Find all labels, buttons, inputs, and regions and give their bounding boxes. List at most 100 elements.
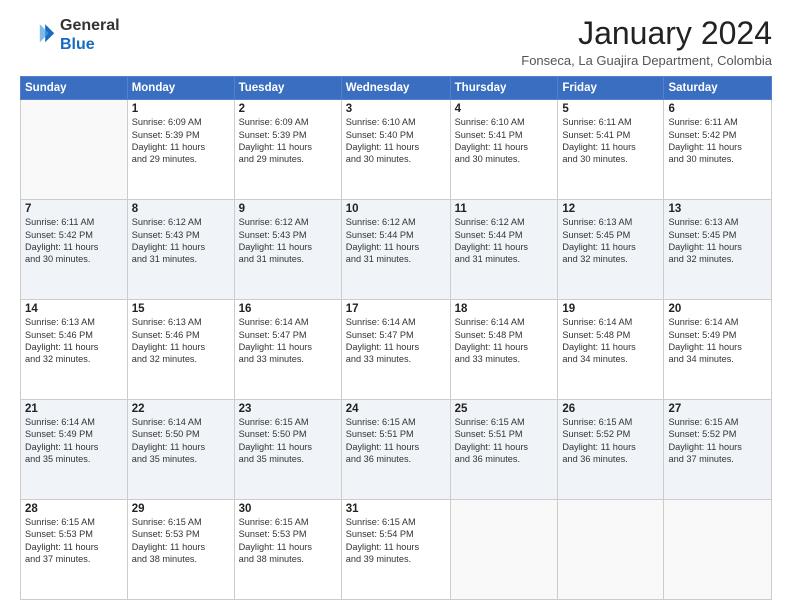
day-info: Sunrise: 6:11 AM Sunset: 5:42 PM Dayligh… [25, 216, 123, 266]
header-monday: Monday [127, 77, 234, 100]
logo: General Blue [20, 16, 120, 54]
day-info: Sunrise: 6:15 AM Sunset: 5:51 PM Dayligh… [346, 416, 446, 466]
day-number: 5 [562, 103, 659, 115]
day-number: 18 [455, 303, 554, 315]
day-number: 3 [346, 103, 446, 115]
header-saturday: Saturday [664, 77, 772, 100]
day-info: Sunrise: 6:13 AM Sunset: 5:46 PM Dayligh… [132, 316, 230, 366]
calendar-cell: 4Sunrise: 6:10 AM Sunset: 5:41 PM Daylig… [450, 100, 558, 200]
day-info: Sunrise: 6:15 AM Sunset: 5:54 PM Dayligh… [346, 516, 446, 566]
day-info: Sunrise: 6:10 AM Sunset: 5:41 PM Dayligh… [455, 116, 554, 166]
day-number: 21 [25, 403, 123, 415]
calendar-cell: 10Sunrise: 6:12 AM Sunset: 5:44 PM Dayli… [341, 200, 450, 300]
day-info: Sunrise: 6:09 AM Sunset: 5:39 PM Dayligh… [132, 116, 230, 166]
calendar-cell: 12Sunrise: 6:13 AM Sunset: 5:45 PM Dayli… [558, 200, 664, 300]
day-number: 16 [239, 303, 337, 315]
day-number: 23 [239, 403, 337, 415]
calendar-cell: 20Sunrise: 6:14 AM Sunset: 5:49 PM Dayli… [664, 300, 772, 400]
calendar-cell [558, 500, 664, 600]
day-info: Sunrise: 6:13 AM Sunset: 5:46 PM Dayligh… [25, 316, 123, 366]
calendar-week-row: 7Sunrise: 6:11 AM Sunset: 5:42 PM Daylig… [21, 200, 772, 300]
calendar-cell: 1Sunrise: 6:09 AM Sunset: 5:39 PM Daylig… [127, 100, 234, 200]
calendar-cell: 15Sunrise: 6:13 AM Sunset: 5:46 PM Dayli… [127, 300, 234, 400]
calendar-cell: 6Sunrise: 6:11 AM Sunset: 5:42 PM Daylig… [664, 100, 772, 200]
day-info: Sunrise: 6:15 AM Sunset: 5:52 PM Dayligh… [562, 416, 659, 466]
day-info: Sunrise: 6:15 AM Sunset: 5:53 PM Dayligh… [132, 516, 230, 566]
calendar-cell: 5Sunrise: 6:11 AM Sunset: 5:41 PM Daylig… [558, 100, 664, 200]
title-block: January 2024 Fonseca, La Guajira Departm… [521, 16, 772, 68]
day-number: 2 [239, 103, 337, 115]
calendar-cell: 23Sunrise: 6:15 AM Sunset: 5:50 PM Dayli… [234, 400, 341, 500]
day-info: Sunrise: 6:15 AM Sunset: 5:52 PM Dayligh… [668, 416, 767, 466]
calendar-week-row: 1Sunrise: 6:09 AM Sunset: 5:39 PM Daylig… [21, 100, 772, 200]
page: General Blue January 2024 Fonseca, La Gu… [0, 0, 792, 612]
day-info: Sunrise: 6:14 AM Sunset: 5:49 PM Dayligh… [668, 316, 767, 366]
header-thursday: Thursday [450, 77, 558, 100]
day-number: 29 [132, 503, 230, 515]
calendar-table: Sunday Monday Tuesday Wednesday Thursday… [20, 76, 772, 600]
day-info: Sunrise: 6:13 AM Sunset: 5:45 PM Dayligh… [562, 216, 659, 266]
calendar-cell [664, 500, 772, 600]
calendar-cell: 9Sunrise: 6:12 AM Sunset: 5:43 PM Daylig… [234, 200, 341, 300]
calendar-cell: 19Sunrise: 6:14 AM Sunset: 5:48 PM Dayli… [558, 300, 664, 400]
location-subtitle: Fonseca, La Guajira Department, Colombia [521, 53, 772, 68]
day-number: 31 [346, 503, 446, 515]
header-friday: Friday [558, 77, 664, 100]
day-number: 12 [562, 203, 659, 215]
day-number: 8 [132, 203, 230, 215]
calendar-week-row: 28Sunrise: 6:15 AM Sunset: 5:53 PM Dayli… [21, 500, 772, 600]
calendar-cell: 11Sunrise: 6:12 AM Sunset: 5:44 PM Dayli… [450, 200, 558, 300]
day-number: 26 [562, 403, 659, 415]
calendar-cell: 24Sunrise: 6:15 AM Sunset: 5:51 PM Dayli… [341, 400, 450, 500]
calendar-cell: 14Sunrise: 6:13 AM Sunset: 5:46 PM Dayli… [21, 300, 128, 400]
day-info: Sunrise: 6:14 AM Sunset: 5:50 PM Dayligh… [132, 416, 230, 466]
day-info: Sunrise: 6:14 AM Sunset: 5:47 PM Dayligh… [346, 316, 446, 366]
day-info: Sunrise: 6:15 AM Sunset: 5:53 PM Dayligh… [239, 516, 337, 566]
month-title: January 2024 [521, 16, 772, 51]
day-info: Sunrise: 6:15 AM Sunset: 5:50 PM Dayligh… [239, 416, 337, 466]
day-info: Sunrise: 6:12 AM Sunset: 5:43 PM Dayligh… [239, 216, 337, 266]
calendar-cell: 25Sunrise: 6:15 AM Sunset: 5:51 PM Dayli… [450, 400, 558, 500]
day-number: 27 [668, 403, 767, 415]
calendar-cell [450, 500, 558, 600]
day-number: 6 [668, 103, 767, 115]
day-info: Sunrise: 6:11 AM Sunset: 5:41 PM Dayligh… [562, 116, 659, 166]
logo-text: General Blue [60, 16, 120, 54]
day-info: Sunrise: 6:12 AM Sunset: 5:44 PM Dayligh… [346, 216, 446, 266]
calendar-cell: 28Sunrise: 6:15 AM Sunset: 5:53 PM Dayli… [21, 500, 128, 600]
calendar-week-row: 21Sunrise: 6:14 AM Sunset: 5:49 PM Dayli… [21, 400, 772, 500]
calendar-cell: 16Sunrise: 6:14 AM Sunset: 5:47 PM Dayli… [234, 300, 341, 400]
logo-icon [20, 17, 56, 53]
day-number: 30 [239, 503, 337, 515]
calendar-cell: 21Sunrise: 6:14 AM Sunset: 5:49 PM Dayli… [21, 400, 128, 500]
day-number: 25 [455, 403, 554, 415]
day-info: Sunrise: 6:12 AM Sunset: 5:44 PM Dayligh… [455, 216, 554, 266]
header-sunday: Sunday [21, 77, 128, 100]
day-number: 11 [455, 203, 554, 215]
calendar-cell: 31Sunrise: 6:15 AM Sunset: 5:54 PM Dayli… [341, 500, 450, 600]
calendar-cell: 18Sunrise: 6:14 AM Sunset: 5:48 PM Dayli… [450, 300, 558, 400]
day-info: Sunrise: 6:10 AM Sunset: 5:40 PM Dayligh… [346, 116, 446, 166]
header: General Blue January 2024 Fonseca, La Gu… [20, 16, 772, 68]
day-info: Sunrise: 6:09 AM Sunset: 5:39 PM Dayligh… [239, 116, 337, 166]
calendar-cell: 27Sunrise: 6:15 AM Sunset: 5:52 PM Dayli… [664, 400, 772, 500]
calendar-cell: 26Sunrise: 6:15 AM Sunset: 5:52 PM Dayli… [558, 400, 664, 500]
day-number: 4 [455, 103, 554, 115]
calendar-cell: 8Sunrise: 6:12 AM Sunset: 5:43 PM Daylig… [127, 200, 234, 300]
calendar-cell: 17Sunrise: 6:14 AM Sunset: 5:47 PM Dayli… [341, 300, 450, 400]
day-info: Sunrise: 6:14 AM Sunset: 5:48 PM Dayligh… [562, 316, 659, 366]
header-wednesday: Wednesday [341, 77, 450, 100]
calendar-cell: 7Sunrise: 6:11 AM Sunset: 5:42 PM Daylig… [21, 200, 128, 300]
day-number: 20 [668, 303, 767, 315]
day-number: 13 [668, 203, 767, 215]
day-number: 22 [132, 403, 230, 415]
header-tuesday: Tuesday [234, 77, 341, 100]
day-info: Sunrise: 6:15 AM Sunset: 5:51 PM Dayligh… [455, 416, 554, 466]
calendar-cell: 2Sunrise: 6:09 AM Sunset: 5:39 PM Daylig… [234, 100, 341, 200]
day-number: 9 [239, 203, 337, 215]
day-number: 15 [132, 303, 230, 315]
day-info: Sunrise: 6:11 AM Sunset: 5:42 PM Dayligh… [668, 116, 767, 166]
day-number: 1 [132, 103, 230, 115]
day-info: Sunrise: 6:14 AM Sunset: 5:48 PM Dayligh… [455, 316, 554, 366]
day-info: Sunrise: 6:14 AM Sunset: 5:47 PM Dayligh… [239, 316, 337, 366]
